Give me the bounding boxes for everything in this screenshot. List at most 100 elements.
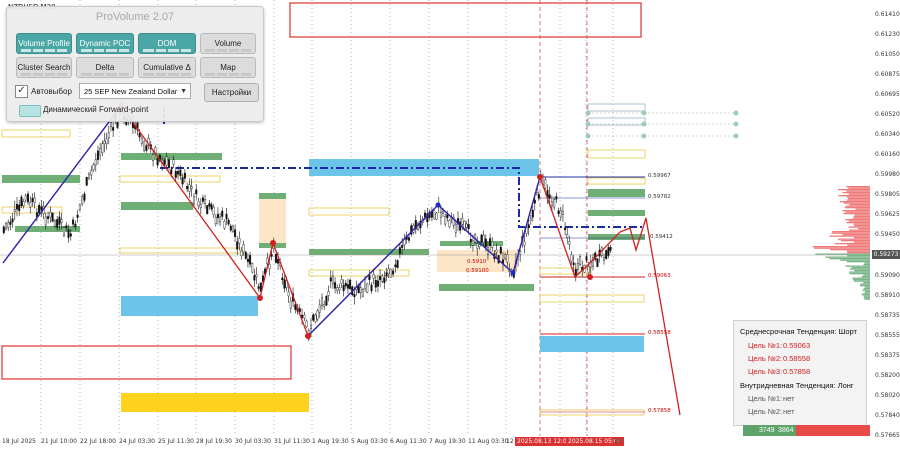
candle-body — [366, 283, 369, 293]
candle-body — [439, 212, 442, 218]
blue-zone-3 — [540, 336, 644, 352]
price-tick-label: 0.58910 — [875, 291, 900, 299]
profile-bar — [863, 295, 870, 297]
price-tick-label: 0.58735 — [875, 311, 900, 319]
candle-body — [186, 186, 189, 190]
profile-bar — [864, 298, 870, 300]
candle-body — [163, 159, 166, 165]
profile-bar — [848, 187, 870, 189]
auto-select-checkbox[interactable]: ✓ — [15, 85, 28, 98]
profile-bar — [843, 202, 870, 204]
intra-target-1-label: Цель №1: — [748, 394, 783, 403]
candle-body — [561, 211, 564, 215]
profile-bar — [834, 243, 870, 245]
profile-bar — [863, 274, 870, 276]
instrument-select-value: 25 SEP New Zealand Dollar — [84, 87, 178, 96]
volume-profile-label: Volume Profile — [18, 39, 70, 48]
volume-profile-button[interactable]: Volume Profile — [16, 33, 72, 54]
dynamic-poc-button[interactable]: Dynamic POC — [76, 33, 134, 54]
profile-bar — [864, 291, 870, 293]
candle-body — [18, 204, 21, 211]
candle-body — [244, 251, 247, 259]
time-highlight-1: 2025.08.13 12:00 — [515, 437, 573, 446]
forward-point-toggle[interactable] — [19, 105, 41, 117]
profile-bar — [862, 289, 870, 291]
candle-body — [495, 249, 498, 253]
profile-bar — [853, 241, 870, 243]
candle-body — [87, 173, 90, 179]
profile-bar — [838, 195, 870, 197]
current-price-tag: 0.59273 — [872, 250, 900, 259]
candle-body — [11, 218, 14, 223]
candle-body — [49, 212, 52, 218]
candle-body — [103, 141, 106, 144]
map-button[interactable]: Map — [200, 57, 256, 78]
cumulative-delta-button[interactable]: Cumulative Δ — [138, 57, 196, 78]
cluster-search-label: Cluster Search — [17, 63, 71, 72]
price-tick-label: 0.59805 — [875, 191, 900, 199]
price-tick-label: 0.58375 — [875, 351, 900, 359]
price-tick-label: 0.58020 — [875, 391, 900, 399]
candle-body — [156, 158, 159, 166]
candle-body — [165, 156, 168, 166]
level-label-3: 0.59412 — [650, 234, 673, 240]
profile-bar — [837, 238, 870, 240]
profile-bar — [843, 213, 870, 215]
candle-body — [197, 201, 200, 207]
profile-bar — [863, 264, 870, 266]
candle-body — [401, 245, 404, 248]
candle-body — [559, 210, 562, 218]
candle-body — [281, 277, 284, 281]
price-tick-label: 0.61230 — [875, 31, 900, 39]
volume-button[interactable]: Volume — [200, 33, 256, 54]
candle-body — [219, 216, 222, 223]
candle-body — [389, 268, 392, 278]
dom-button[interactable]: DOM — [138, 33, 196, 54]
time-tick-label: 5 Aug 03:30 — [351, 438, 388, 445]
profile-bar — [840, 259, 870, 261]
candle-body — [570, 254, 573, 262]
volume-label: Volume — [214, 39, 242, 48]
profile-bar — [831, 232, 870, 234]
time-tick-label: 24 Jul 03:30 — [119, 438, 155, 445]
candle-body — [346, 284, 349, 289]
candle-body — [53, 220, 56, 227]
auto-select-label: Автовыбор — [31, 87, 72, 96]
cluster-search-button[interactable]: Cluster Search — [16, 57, 72, 78]
profile-bar — [849, 204, 870, 206]
settings-button[interactable]: Настройки — [204, 83, 259, 102]
delta-button[interactable]: Delta — [76, 57, 134, 78]
forecast-path — [589, 217, 681, 416]
candle-body — [471, 240, 474, 246]
candle-body — [312, 314, 315, 321]
price-tick-label: 0.60520 — [875, 111, 900, 119]
time-tick-label: 25 Jul 11:30 — [158, 438, 194, 445]
intraday-trend-title: Внутридневная Тенденция: Лонг — [740, 381, 854, 390]
price-tick-label: 0.60340 — [875, 131, 900, 139]
profile-bar — [860, 283, 870, 285]
candle-body — [112, 127, 115, 131]
level-label-1: 0.59967 — [648, 173, 671, 179]
profile-bar — [829, 258, 870, 260]
candle-body — [407, 237, 410, 241]
provolume-panel: ProVolume 2.07 Volume Profile Dynamic PO… — [6, 6, 264, 122]
time-tick-label: 6 Aug 11:30 — [390, 438, 427, 445]
candle-body — [210, 204, 213, 210]
candle-body — [62, 227, 65, 237]
candle-body — [204, 199, 207, 204]
time-tick-label: 21 Jul 10:00 — [41, 438, 77, 445]
profile-bar — [840, 240, 870, 242]
instrument-select[interactable]: 25 SEP New Zealand Dollar ▼ — [79, 83, 191, 99]
candle-body — [310, 325, 313, 330]
profile-bar — [854, 225, 870, 227]
candle-body — [323, 303, 326, 307]
candle-body — [201, 197, 204, 202]
resistance-zone — [289, 2, 642, 38]
candle-body — [74, 223, 77, 228]
zigzag-red — [2, 104, 591, 338]
candle-body — [364, 279, 367, 289]
candle-body — [251, 263, 254, 273]
time-tick-label: 22 Jul 18:00 — [80, 438, 116, 445]
buy-volume-value: 3749 — [759, 427, 775, 434]
candle-body — [394, 264, 397, 268]
